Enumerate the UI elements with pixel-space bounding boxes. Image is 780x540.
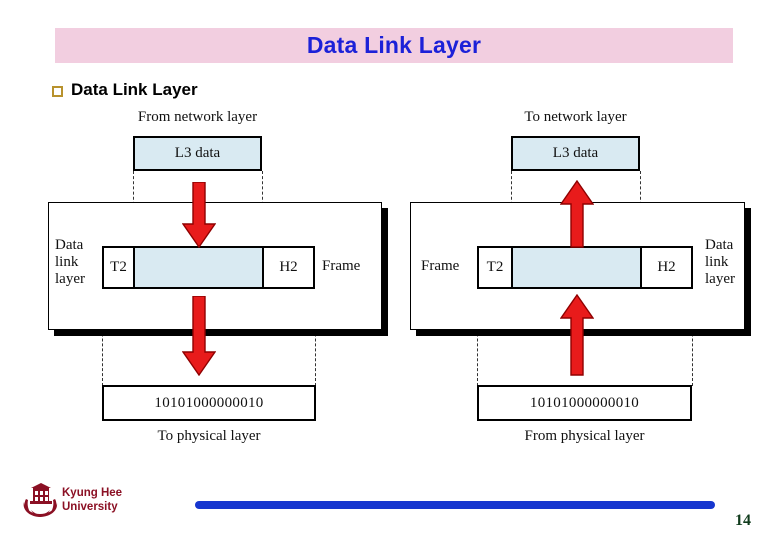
right-arrow-up-lower: [560, 294, 594, 376]
right-frame-payload: [511, 246, 642, 289]
left-l3-data-box: L3 data: [133, 136, 262, 171]
right-frame-header-h2: H2: [640, 246, 693, 289]
bullet-row: Data Link Layer: [52, 80, 198, 100]
right-frame-label: Frame: [421, 258, 460, 274]
right-layer-label-line3: layer: [705, 271, 735, 287]
footer-university-line2: University: [62, 501, 118, 513]
right-layer-label-line1: Data: [705, 237, 734, 253]
right-layer-label: Data link layer: [705, 237, 735, 288]
left-layer-label-line1: Data: [55, 237, 84, 253]
left-layer-label-line3: layer: [55, 271, 85, 287]
footer-university-name: Kyung Hee University: [62, 486, 122, 514]
left-frame-header-h2: H2: [262, 246, 315, 289]
page-title: Data Link Layer: [306, 32, 482, 58]
right-l3-data-box: L3 data: [511, 136, 640, 171]
bullet-square-icon: [52, 85, 63, 97]
left-box-shadow-right: [382, 208, 388, 336]
left-bits-box: 10101000000010: [102, 385, 316, 421]
right-bottom-caption: From physical layer: [524, 428, 645, 444]
left-frame-trailer-t2: T2: [102, 246, 135, 289]
bullet-label: Data Link Layer: [71, 80, 198, 99]
left-frame-payload: [133, 246, 264, 289]
left-arrow-down-upper: [182, 182, 216, 248]
right-top-caption: To network layer: [524, 109, 627, 125]
footer-accent-bar: [195, 501, 715, 509]
right-layer-label-line2: link: [705, 254, 729, 270]
right-box-shadow-right: [745, 208, 751, 336]
left-arrow-down-lower: [182, 296, 216, 376]
right-frame-trailer-t2: T2: [477, 246, 513, 289]
page-number: 14: [735, 512, 751, 529]
left-box-shadow-bottom: [54, 330, 388, 336]
left-layer-label-line2: link: [55, 254, 79, 270]
kyung-hee-university-logo-icon: [23, 483, 58, 517]
right-arrow-up-upper: [560, 180, 594, 248]
left-top-caption: From network layer: [137, 109, 258, 125]
left-frame-label: Frame: [322, 258, 361, 274]
left-bottom-caption: To physical layer: [157, 428, 261, 444]
left-layer-label: Data link layer: [55, 237, 85, 288]
right-bits-box: 10101000000010: [477, 385, 692, 421]
footer-university-line1: Kyung Hee: [62, 487, 123, 499]
